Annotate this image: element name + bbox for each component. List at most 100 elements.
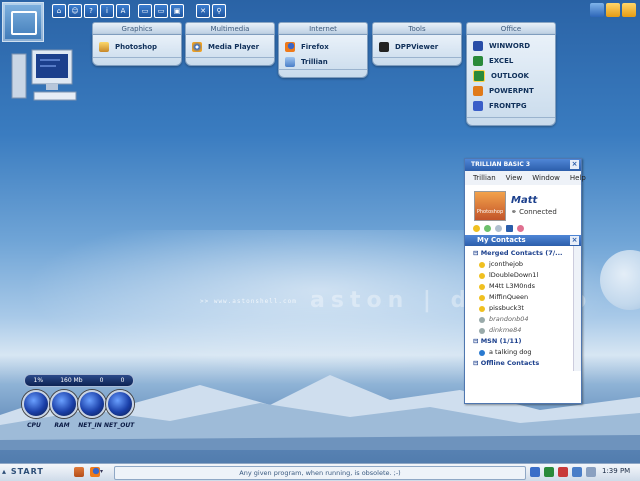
net-in-gauge [78, 390, 106, 418]
quick-launch-user-icon[interactable]: ☺ [68, 4, 82, 18]
launcher-dppviewer[interactable]: DPPViewer [373, 39, 461, 54]
menu-help[interactable]: Help [570, 171, 586, 185]
avatar[interactable]: Photoshop [474, 191, 506, 221]
firefox-icon [285, 41, 295, 52]
contact-group[interactable]: ⊟ Offline Contacts [465, 358, 581, 369]
network-icon[interactable] [530, 467, 540, 477]
quick-launch-home-icon[interactable]: ⌂ [52, 4, 66, 18]
folder-icon[interactable] [606, 3, 620, 17]
ram-gauge [50, 390, 78, 418]
window-icon [11, 11, 37, 35]
launcher-label: WINWORD [489, 41, 531, 50]
profile-toolbar [473, 225, 524, 232]
list-item[interactable]: a talking dog [465, 347, 581, 358]
launcher-label: POWERPNT [489, 86, 534, 95]
quick-launch-window2-icon[interactable]: ▭ [154, 4, 168, 18]
menu-trillian[interactable]: Trillian [473, 171, 496, 185]
list-item[interactable]: pissbuck3t [465, 303, 581, 314]
alert-icon[interactable] [517, 225, 524, 232]
cpu-label: CPU [27, 422, 41, 429]
launcher-label: Firefox [301, 42, 329, 51]
quick-launch-desktop-icon[interactable]: ▣ [170, 4, 184, 18]
trillian-title: TRILLIAN BASIC 3 [471, 161, 531, 168]
launcher-media-player[interactable]: Media Player [186, 39, 274, 54]
launcher-label: Media Player [208, 42, 260, 51]
firefox-icon[interactable] [90, 467, 100, 477]
panel-divider [279, 69, 367, 73]
quick-launch-window-icon[interactable]: ▭ [138, 4, 152, 18]
launcher-winword[interactable]: WINWORD [467, 38, 555, 53]
brand-url-text: >> www.astonshell.com [200, 298, 297, 305]
start-button[interactable]: ▴ START [2, 466, 54, 478]
launcher-trillian[interactable]: Trillian [279, 54, 367, 69]
chevron-down-icon[interactable]: ▾ [100, 467, 106, 477]
online-icon [479, 272, 485, 279]
list-item[interactable]: M4tt L3M0nds [465, 281, 581, 292]
quick-launch-app-icon[interactable] [74, 467, 84, 477]
user-name[interactable]: Matt [511, 195, 537, 206]
quick-launch-search-icon[interactable]: ⚲ [212, 4, 226, 18]
documents-icon[interactable] [622, 3, 636, 17]
media-player-icon [192, 41, 202, 52]
shell-menu-button[interactable] [2, 2, 44, 42]
quick-launch-tools-icon[interactable]: ✕ [196, 4, 210, 18]
trillian-tray-icon[interactable] [572, 467, 582, 477]
status-message: Any given program, when running, is obso… [114, 466, 526, 480]
taskbar: ▴ START ▾ Any given program, when runnin… [0, 463, 640, 481]
list-item[interactable]: brandonb04 [465, 314, 581, 325]
status-icon: ⚭ [511, 208, 520, 216]
launcher-frontpg[interactable]: FRONTPG [467, 98, 555, 113]
trillian-window[interactable]: TRILLIAN BASIC 3 × Trillian View Window … [464, 158, 586, 404]
launcher-powerpnt[interactable]: POWERPNT [467, 83, 555, 98]
close-icon[interactable]: × [570, 160, 579, 169]
list-item[interactable]: MiffinQueen [465, 292, 581, 303]
antivirus-icon[interactable] [558, 467, 568, 477]
user-profile: Photoshop Matt ⚭ Connected [465, 185, 581, 235]
launcher-firefox[interactable]: Firefox [279, 39, 367, 54]
powerpoint-icon [473, 85, 483, 96]
launcher-label: OUTLOOK [491, 71, 529, 80]
quick-launch-help-icon[interactable]: ? [84, 4, 98, 18]
network-folder-icon[interactable] [590, 3, 604, 17]
computer-icon[interactable] [10, 46, 80, 108]
menu-view[interactable]: View [506, 171, 523, 185]
launcher-excel[interactable]: EXCEL [467, 53, 555, 68]
contact-group[interactable]: ⊟ Merged Contacts (7/... [465, 248, 581, 259]
trillian-titlebar[interactable]: TRILLIAN BASIC 3 × [465, 159, 581, 171]
menu-window[interactable]: Window [532, 171, 560, 185]
online-icon [479, 261, 485, 268]
scrollbar[interactable] [573, 246, 581, 371]
list-item[interactable]: dinkme84 [465, 325, 581, 336]
contact-list: ⊟ Merged Contacts (7/... jconthejob lDou… [465, 246, 581, 371]
contacts-section-header[interactable]: My Contacts × [465, 235, 581, 246]
contacts-section-title: My Contacts [477, 236, 526, 244]
invisible-icon[interactable] [495, 225, 502, 232]
list-item[interactable]: lDoubleDown1l [465, 270, 581, 281]
online-icon [479, 305, 485, 312]
user-status[interactable]: ⚭ Connected [511, 208, 557, 216]
panel-divider [93, 57, 181, 61]
word-icon [473, 40, 483, 51]
mail-icon[interactable] [506, 225, 513, 232]
online-icon[interactable] [484, 225, 491, 232]
clock[interactable]: 1:39 PM [602, 467, 630, 475]
category-panel-tools: DPPViewer [372, 34, 462, 66]
list-item[interactable]: jconthejob [465, 259, 581, 270]
launcher-photoshop[interactable]: Photoshop [93, 39, 181, 54]
net-out-label: NET_OUT [104, 422, 135, 429]
away-icon [479, 327, 485, 334]
launcher-label: Trillian [301, 57, 328, 66]
quick-launch-info-icon[interactable]: i [100, 4, 114, 18]
volume-icon[interactable] [586, 467, 596, 477]
cpu-value: 1% [33, 377, 44, 384]
online-icon [479, 294, 485, 301]
net-out-value: 0 [120, 377, 125, 384]
trillian-icon [285, 56, 295, 67]
close-icon[interactable]: × [570, 236, 579, 245]
quick-launch-text-icon[interactable]: A [116, 4, 130, 18]
tray-app-icon[interactable] [544, 467, 554, 477]
launcher-outlook[interactable]: OUTLOOK [467, 68, 555, 83]
away-icon[interactable] [473, 225, 480, 232]
category-panel-office: WINWORD EXCEL OUTLOOK POWERPNT FRONTPG [466, 34, 556, 126]
contact-group[interactable]: ⊟ MSN (1/11) [465, 336, 581, 347]
